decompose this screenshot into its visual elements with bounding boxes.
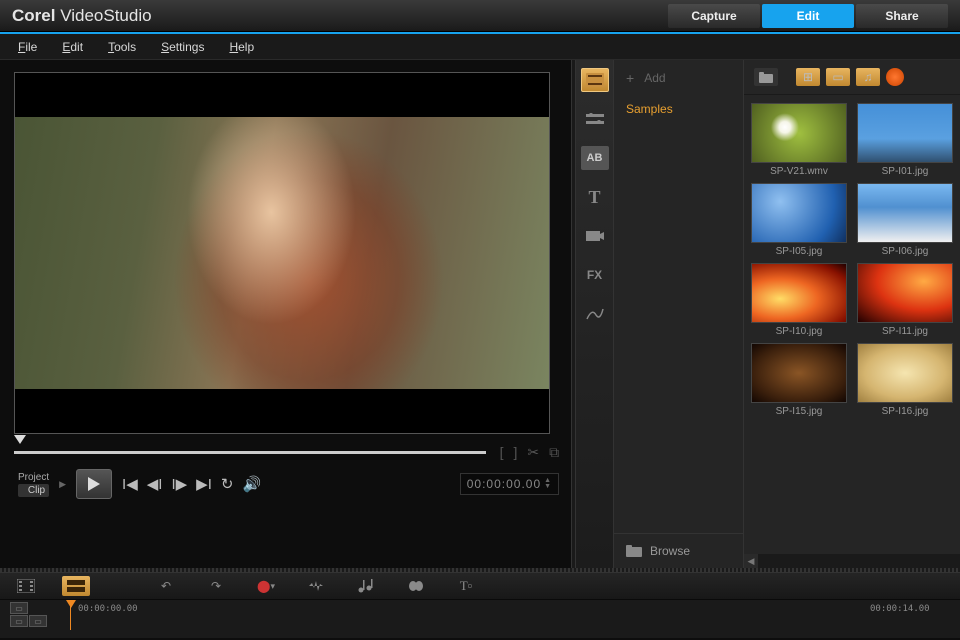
title-icon[interactable]: T [581, 185, 609, 209]
library-item[interactable]: SP-I05.jpg [750, 183, 848, 257]
undo-button[interactable]: ↶ [152, 576, 180, 596]
library-folder-column: + Add Samples Browse [614, 60, 744, 568]
timeline-toolbar: ↶ ↷ ⬤▾ T▫ [0, 572, 960, 600]
mark-out-icon[interactable]: ] [513, 444, 517, 461]
time-tick-label: 00:00:00.00 [78, 604, 138, 614]
transport-controls: Project Clip ▶ I◀ ◀I I▶ ▶I ↻ 🔊 00:00:00.… [14, 463, 559, 499]
track-icon[interactable]: ▭ [10, 602, 28, 614]
scrub-bar: [ ] ✂ ⧉ [14, 434, 559, 463]
library-hscroll[interactable]: ◀ [744, 554, 960, 568]
menu-edit[interactable]: Edit [62, 40, 83, 54]
scrub-track[interactable] [14, 451, 486, 454]
library-category-rail: AB T FX [576, 60, 614, 568]
mode-arrow-icon: ▶ [59, 479, 66, 490]
preview-image [15, 117, 549, 389]
main-area: [ ] ✂ ⧉ Project Clip ▶ I◀ ◀I I▶ [0, 60, 960, 568]
timeline-ruler[interactable]: ▭ ▭ ▭ 00:00:00.00 00:00:14.00 [0, 600, 960, 638]
add-folder-button[interactable]: + Add [614, 60, 743, 94]
play-button[interactable] [76, 469, 112, 499]
menu-file[interactable]: File [18, 40, 37, 54]
library-panel: AB T FX + Add Samples Browse [576, 60, 960, 568]
filter-instant-icon[interactable] [886, 68, 904, 86]
library-item[interactable]: SP-I06.jpg [856, 183, 954, 257]
preview-viewport[interactable] [14, 72, 550, 434]
timeline-view-button[interactable] [62, 576, 90, 596]
thumbnail-grid: SP-V21.wmv SP-I01.jpg SP-I05.jpg SP-I06.… [744, 95, 960, 554]
preview-panel: [ ] ✂ ⧉ Project Clip ▶ I◀ ◀I I▶ [0, 60, 571, 568]
volume-button[interactable]: 🔊 [242, 475, 261, 493]
menu-tools[interactable]: Tools [108, 40, 136, 54]
library-item[interactable]: SP-I01.jpg [856, 103, 954, 177]
go-end-button[interactable]: ▶I [196, 475, 212, 493]
track-motion-button[interactable] [402, 576, 430, 596]
graphic-icon[interactable] [581, 224, 609, 248]
tab-capture[interactable]: Capture [668, 4, 760, 28]
prev-frame-button[interactable]: ◀I [147, 475, 163, 493]
filter-all-icon[interactable]: ⊞ [796, 68, 820, 86]
playhead-icon[interactable] [66, 600, 76, 608]
timecode-display[interactable]: 00:00:00.00 ▲▼ [460, 473, 559, 495]
workflow-tabs: Capture Edit Share [668, 4, 948, 28]
media-icon[interactable] [581, 68, 609, 92]
go-start-button[interactable]: I◀ [122, 475, 138, 493]
track-icon[interactable]: ▭ [29, 615, 47, 627]
repeat-button[interactable]: ↻ [221, 475, 234, 493]
folder-samples[interactable]: Samples [614, 94, 743, 124]
timecode-spinner[interactable]: ▲▼ [544, 478, 552, 490]
menu-bar: File Edit Tools Settings Help [0, 34, 960, 60]
preview-mode-toggle[interactable]: Project Clip [18, 471, 49, 497]
scrub-playhead[interactable] [14, 435, 26, 444]
storyboard-view-button[interactable] [12, 576, 40, 596]
redo-button[interactable]: ↷ [202, 576, 230, 596]
library-item[interactable]: SP-I11.jpg [856, 263, 954, 337]
filter-video-icon[interactable]: ▭ [826, 68, 850, 86]
time-tick-label: 00:00:14.00 [870, 604, 930, 614]
scroll-left-icon[interactable]: ◀ [744, 554, 758, 568]
app-title: Corel VideoStudio [12, 6, 152, 26]
library-item[interactable]: SP-I16.jpg [856, 343, 954, 417]
library-content: ⊞ ▭ ♫ SP-V21.wmv SP-I01.jpg SP-I05.jpg S… [744, 60, 960, 568]
plus-icon: + [626, 70, 634, 86]
title-bar: Corel VideoStudio Capture Edit Share [0, 0, 960, 32]
tab-edit[interactable]: Edit [762, 4, 854, 28]
cut-icon[interactable]: ✂ [527, 444, 539, 461]
next-frame-button[interactable]: I▶ [171, 475, 187, 493]
library-item[interactable]: SP-I15.jpg [750, 343, 848, 417]
folder-icon[interactable] [754, 68, 778, 86]
record-button[interactable]: ⬤▾ [252, 576, 280, 596]
library-filter-bar: ⊞ ▭ ♫ [744, 60, 960, 95]
subtitle-button[interactable]: T▫ [452, 576, 480, 596]
browse-button[interactable]: Browse [614, 533, 743, 568]
transition-icon[interactable]: AB [581, 146, 609, 170]
track-headers: ▭ ▭ ▭ [10, 602, 47, 627]
fullscreen-icon[interactable]: ⧉ [549, 444, 559, 461]
playhead-line[interactable] [70, 600, 71, 630]
track-icon[interactable]: ▭ [10, 615, 28, 627]
tab-share[interactable]: Share [856, 4, 948, 28]
filter-icon[interactable]: FX [581, 263, 609, 287]
mark-in-icon[interactable]: [ [500, 444, 504, 461]
library-item[interactable]: SP-I10.jpg [750, 263, 848, 337]
sound-mix-icon[interactable] [581, 107, 609, 131]
path-icon[interactable] [581, 302, 609, 326]
library-item[interactable]: SP-V21.wmv [750, 103, 848, 177]
filter-photo-icon[interactable]: ♫ [856, 68, 880, 86]
audio-mixer-button[interactable] [302, 576, 330, 596]
auto-music-button[interactable] [352, 576, 380, 596]
menu-settings[interactable]: Settings [161, 40, 204, 54]
menu-help[interactable]: Help [229, 40, 254, 54]
